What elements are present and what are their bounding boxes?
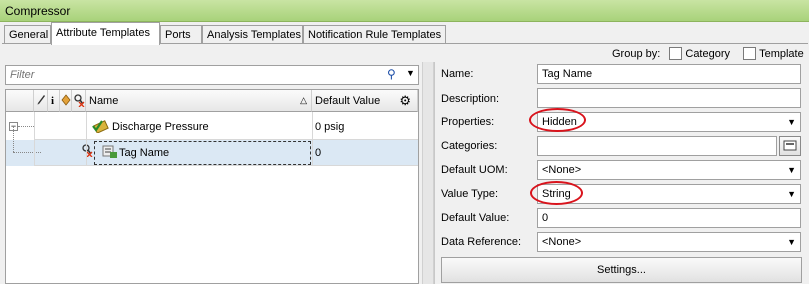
- data-reference-dropdown[interactable]: <None> ▼: [537, 232, 801, 252]
- template-checkbox[interactable]: [743, 47, 757, 60]
- tab-general[interactable]: General: [4, 25, 51, 44]
- annotation-oval-properties: [529, 108, 586, 132]
- filter-box: ⚲ ▼: [5, 65, 419, 85]
- category-checkbox[interactable]: [669, 47, 683, 60]
- categories-browse-button[interactable]: [779, 136, 801, 156]
- tab-ports[interactable]: Ports: [160, 25, 202, 44]
- value-type-label: Value Type:: [441, 188, 499, 200]
- chevron-down-icon: ▼: [787, 237, 796, 247]
- attribute-default-value: 0 psig: [315, 121, 345, 133]
- tab-analysis-templates[interactable]: Analysis Templates: [202, 25, 303, 44]
- grid-header-expander: [6, 90, 34, 112]
- tab-notification-rule-templates[interactable]: Notification Rule Templates: [303, 25, 446, 44]
- group-by-label: Group by:: [612, 48, 661, 60]
- name-field[interactable]: Tag Name: [537, 64, 801, 84]
- diamond-icon[interactable]: [60, 90, 72, 112]
- annotation-oval-value-type: [530, 181, 583, 205]
- properties-label: Properties:: [441, 116, 495, 128]
- attribute-name: Tag Name: [119, 147, 170, 159]
- name-label: Name:: [441, 68, 474, 80]
- data-reference-label: Data Reference:: [441, 236, 522, 248]
- child-attribute-icon: [102, 145, 118, 162]
- pencil-icon[interactable]: [34, 90, 48, 112]
- grid-header-default-value[interactable]: Default Value ⚙: [312, 90, 418, 112]
- default-uom-dropdown[interactable]: <None> ▼: [537, 160, 801, 180]
- default-uom-label: Default UOM:: [441, 164, 508, 176]
- group-by-bar: Group by: Category Template: [612, 47, 804, 63]
- attribute-name: Discharge Pressure: [112, 121, 209, 133]
- info-icon[interactable]: i: [48, 90, 60, 112]
- categories-label: Categories:: [441, 140, 498, 152]
- template-checkbox-label: Template: [759, 48, 804, 60]
- filter-dropdown-icon[interactable]: ▼: [406, 68, 415, 78]
- data-reference-value: <None>: [542, 236, 582, 248]
- settings-button[interactable]: Settings...: [441, 257, 802, 283]
- chevron-down-icon: ▼: [787, 189, 796, 199]
- chevron-down-icon: ▼: [787, 117, 796, 127]
- categories-field[interactable]: [537, 136, 777, 156]
- excluded-icon: [81, 143, 93, 160]
- description-label: Description:: [441, 93, 500, 105]
- search-icon[interactable]: ⚲: [387, 67, 396, 81]
- category-checkbox-label: Category: [685, 48, 731, 60]
- pane-splitter[interactable]: [422, 62, 434, 284]
- window-title-bar: Compressor: [0, 0, 809, 22]
- tab-strip: General Attribute Templates Ports Analys…: [0, 22, 809, 45]
- window-title: Compressor: [5, 4, 71, 18]
- attribute-default-value: 0: [315, 147, 322, 159]
- chevron-down-icon: ▼: [787, 165, 796, 175]
- grid-header-name[interactable]: Name △: [86, 90, 312, 112]
- browse-icon: [783, 140, 797, 151]
- attribute-check-icon: [92, 119, 110, 136]
- grid-line: [34, 139, 418, 140]
- default-value-field[interactable]: 0: [537, 208, 801, 228]
- grid-header-default-value-label: Default Value: [315, 95, 381, 107]
- description-field[interactable]: [537, 88, 801, 108]
- table-row[interactable]: Tag Name 0: [6, 126, 418, 166]
- default-uom-value: <None>: [542, 164, 582, 176]
- grid-line: [34, 165, 418, 166]
- excluded-icon[interactable]: [72, 90, 86, 112]
- column-settings-gear-icon[interactable]: ⚙: [399, 93, 411, 109]
- attribute-grid: i Name △ Default Value ⚙ − Discharge Pre…: [5, 89, 419, 284]
- sort-ascending-icon: △: [300, 95, 307, 105]
- tab-attribute-templates[interactable]: Attribute Templates: [51, 22, 160, 45]
- grid-header-name-label: Name: [89, 95, 119, 107]
- filter-input[interactable]: [8, 68, 378, 82]
- table-row[interactable]: − Discharge Pressure 0 psig: [6, 114, 418, 140]
- default-value-label: Default Value:: [441, 212, 510, 224]
